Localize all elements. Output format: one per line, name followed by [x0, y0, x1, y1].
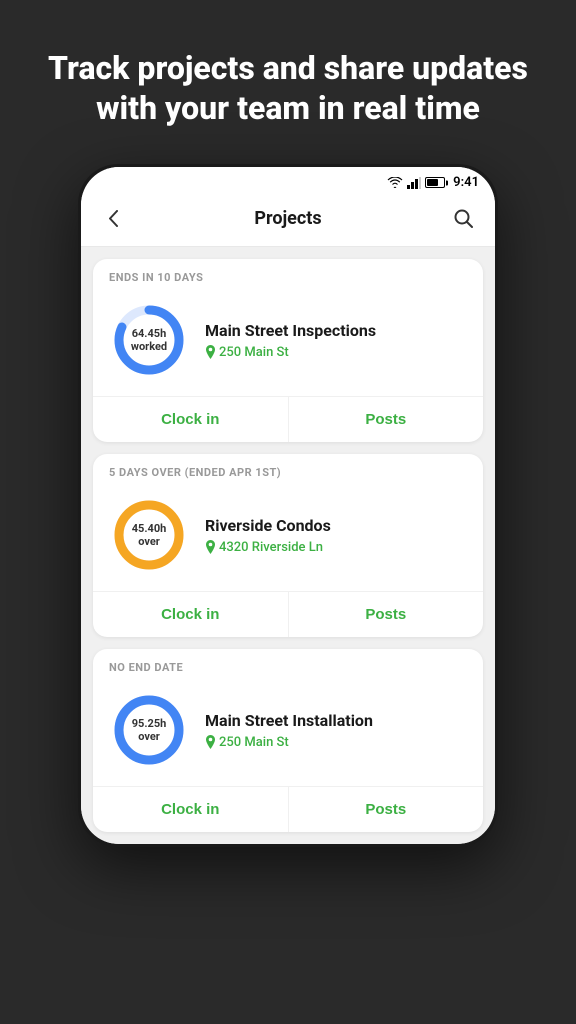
- card-header-label: 5 DAYS OVER (ENDED APR 1ST): [93, 454, 483, 487]
- project-info: Main Street Inspections 250 Main St: [205, 321, 467, 360]
- donut-label: 45.40h over: [132, 522, 167, 548]
- card-main: 95.25h over Main Street Installation 250…: [93, 682, 483, 786]
- posts-button[interactable]: Posts: [289, 397, 484, 442]
- posts-button[interactable]: Posts: [289, 787, 484, 832]
- location-pin-icon: [205, 735, 216, 749]
- phone-frame: 9:41 Projects ENDS IN 10 DAYS: [78, 164, 498, 847]
- location-pin-icon: [205, 345, 216, 359]
- donut-status: worked: [131, 340, 167, 353]
- card-main: 64.45h worked Main Street Inspections 25…: [93, 292, 483, 396]
- card-actions: Clock in Posts: [93, 591, 483, 637]
- status-time: 9:41: [453, 175, 479, 190]
- project-card-1: ENDS IN 10 DAYS 64.45h worked Main Stree…: [93, 259, 483, 442]
- back-button[interactable]: [99, 204, 127, 232]
- phone-screen: 9:41 Projects ENDS IN 10 DAYS: [81, 167, 495, 844]
- search-button[interactable]: [449, 204, 477, 232]
- project-address: 250 Main St: [205, 735, 467, 750]
- donut-status: over: [138, 730, 160, 743]
- donut-label: 64.45h worked: [131, 327, 167, 353]
- wifi-icon: [387, 177, 403, 189]
- donut-chart: 45.40h over: [109, 495, 189, 575]
- project-name: Main Street Inspections: [205, 321, 467, 340]
- project-info: Riverside Condos 4320 Riverside Ln: [205, 516, 467, 555]
- page-title: Projects: [254, 208, 321, 229]
- status-icons: 9:41: [387, 175, 479, 190]
- donut-chart: 64.45h worked: [109, 300, 189, 380]
- card-header-label: NO END DATE: [93, 649, 483, 682]
- battery-icon: [425, 177, 445, 188]
- donut-hours: 95.25h: [132, 717, 167, 730]
- status-bar: 9:41: [81, 167, 495, 194]
- hero-heading: Track projects and share updates with yo…: [0, 0, 576, 164]
- clock-in-button[interactable]: Clock in: [93, 787, 289, 832]
- project-address: 4320 Riverside Ln: [205, 540, 467, 555]
- donut-chart: 95.25h over: [109, 690, 189, 770]
- project-card-2: 5 DAYS OVER (ENDED APR 1ST) 45.40h over …: [93, 454, 483, 637]
- donut-status: over: [138, 535, 160, 548]
- donut-label: 95.25h over: [132, 717, 167, 743]
- nav-bar: Projects: [81, 194, 495, 247]
- location-pin-icon: [205, 540, 216, 554]
- project-name: Riverside Condos: [205, 516, 467, 535]
- card-actions: Clock in Posts: [93, 396, 483, 442]
- card-header-label: ENDS IN 10 DAYS: [93, 259, 483, 292]
- card-actions: Clock in Posts: [93, 786, 483, 832]
- projects-list: ENDS IN 10 DAYS 64.45h worked Main Stree…: [81, 247, 495, 844]
- project-address: 250 Main St: [205, 345, 467, 360]
- posts-button[interactable]: Posts: [289, 592, 484, 637]
- clock-in-button[interactable]: Clock in: [93, 397, 289, 442]
- project-info: Main Street Installation 250 Main St: [205, 711, 467, 750]
- donut-hours: 45.40h: [132, 522, 167, 535]
- clock-in-button[interactable]: Clock in: [93, 592, 289, 637]
- project-card-3: NO END DATE 95.25h over Main Street Inst…: [93, 649, 483, 832]
- card-main: 45.40h over Riverside Condos 4320 Rivers…: [93, 487, 483, 591]
- project-name: Main Street Installation: [205, 711, 467, 730]
- signal-icon: [407, 177, 421, 189]
- donut-hours: 64.45h: [132, 327, 167, 340]
